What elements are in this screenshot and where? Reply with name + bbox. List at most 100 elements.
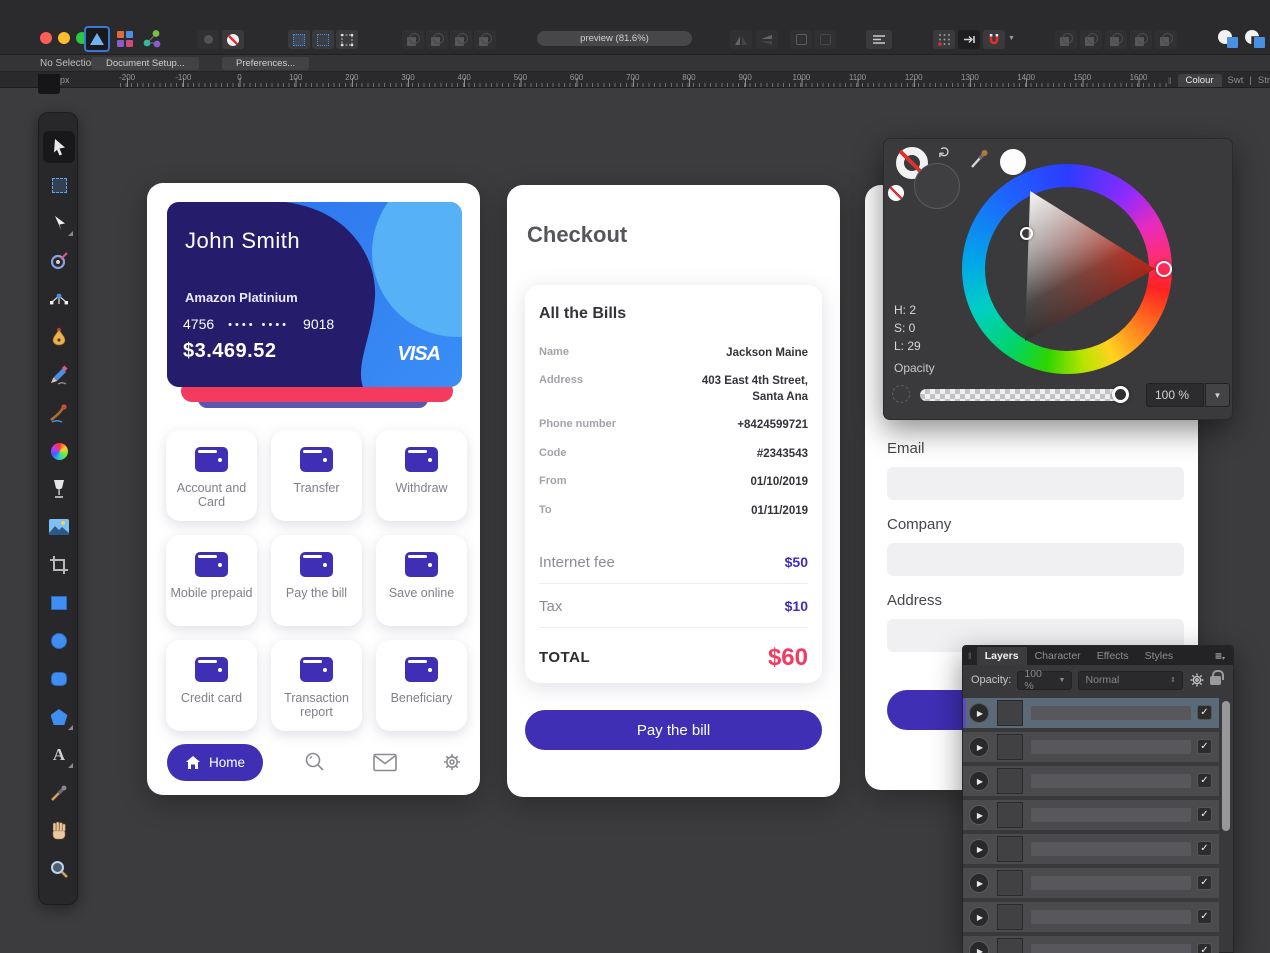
layer-expand-icon[interactable]: ▶ [969, 771, 989, 791]
move-tool[interactable] [43, 131, 75, 163]
stroke-colour-swatch-icon[interactable] [1245, 30, 1265, 48]
boolean-combine-icon[interactable] [1155, 30, 1177, 49]
alignment-icon[interactable] [866, 30, 892, 49]
export-persona-icon[interactable] [142, 29, 162, 49]
opacity-slider[interactable] [920, 389, 1126, 401]
panel-tab[interactable]: Effects [1089, 647, 1137, 665]
layer-visibility-checkbox[interactable]: ✓ [1197, 705, 1212, 720]
hue-selector[interactable] [1156, 261, 1172, 277]
snapping-caret-icon[interactable]: ▼ [1008, 35, 1015, 42]
layer-expand-icon[interactable]: ▶ [969, 737, 989, 757]
form-field-input[interactable] [887, 543, 1184, 576]
layer-visibility-checkbox[interactable]: ✓ [1197, 739, 1212, 754]
colour-wheel[interactable] [962, 164, 1172, 374]
pencil-tool[interactable] [43, 359, 75, 391]
layer-name-bar[interactable] [1031, 706, 1191, 720]
transform-box-icon[interactable] [336, 30, 358, 49]
layer-name-bar[interactable] [1031, 842, 1191, 856]
nav-home-button[interactable]: Home [167, 744, 263, 781]
boolean-add-icon[interactable] [1055, 30, 1077, 49]
layer-name-bar[interactable] [1031, 944, 1191, 953]
panel-menu-icon[interactable]: ≡▾ [1215, 649, 1233, 663]
move-to-back-icon[interactable] [474, 30, 496, 49]
layer-name-bar[interactable] [1031, 774, 1191, 788]
fill-swatch[interactable] [914, 163, 960, 209]
document-setup-button[interactable]: Document Setup... [92, 57, 199, 70]
swap-colours-icon[interactable]: ↻ [935, 146, 953, 159]
action-tile[interactable]: Withdraw [376, 430, 467, 521]
no-style-icon[interactable] [222, 30, 244, 49]
panel-tab[interactable]: Layers [977, 647, 1027, 665]
layer-visibility-checkbox[interactable]: ✓ [1197, 875, 1212, 890]
tab-colour[interactable]: Colour [1178, 74, 1222, 87]
action-tile[interactable]: Credit card [166, 640, 257, 731]
action-tile[interactable]: Save online [376, 535, 467, 626]
point-transform-tool[interactable] [43, 245, 75, 277]
layer-thumbnail[interactable] [997, 734, 1023, 760]
panel-tab[interactable]: Styles [1137, 647, 1182, 665]
pay-the-bill-button[interactable]: Pay the bill [525, 710, 822, 750]
artboard-tool[interactable] [43, 169, 75, 201]
action-tile[interactable]: Account and Card [166, 430, 257, 521]
layers-opacity-dropdown[interactable]: 100 %▼ [1017, 671, 1072, 690]
move-backward-icon[interactable] [450, 30, 472, 49]
tab-stroke[interactable]: Str [1258, 75, 1270, 86]
layer-thumbnail[interactable] [997, 938, 1023, 953]
node-tool[interactable] [43, 207, 75, 239]
layer-expand-icon[interactable]: ▶ [969, 907, 989, 927]
layer-thumbnail[interactable] [997, 904, 1023, 930]
layer-visibility-checkbox[interactable]: ✓ [1197, 943, 1212, 953]
layer-settings-gear-icon[interactable] [1189, 672, 1204, 688]
layer-thumbnail[interactable] [997, 802, 1023, 828]
panel-grip-icon[interactable]: ‖ [963, 651, 977, 661]
rounded-rectangle-tool[interactable] [43, 663, 75, 695]
action-tile[interactable]: Mobile prepaid [166, 535, 257, 626]
artboard-grid-icon[interactable] [288, 30, 310, 49]
text-tool[interactable]: A [43, 739, 75, 771]
panel-tab[interactable]: Character [1027, 647, 1089, 665]
picked-colour-swatch[interactable] [1000, 149, 1026, 175]
layer-visibility-checkbox[interactable]: ✓ [1197, 909, 1212, 924]
layer-expand-icon[interactable]: ▶ [969, 941, 989, 953]
layer-row[interactable]: ▶ ✓ [963, 732, 1219, 762]
move-to-front-icon[interactable] [402, 30, 424, 49]
panel-grip-icon[interactable]: ‖ [1168, 76, 1172, 86]
opacity-value-field[interactable]: 100 % [1146, 383, 1204, 407]
layer-thumbnail[interactable] [997, 836, 1023, 862]
opacity-slider-knob[interactable] [1112, 386, 1129, 403]
layer-visibility-checkbox[interactable]: ✓ [1197, 807, 1212, 822]
layer-row[interactable]: ▶ ✓ [963, 766, 1219, 796]
action-tile[interactable]: Beneficiary [376, 640, 467, 731]
pixel-grid-icon[interactable] [312, 30, 334, 49]
layer-name-bar[interactable] [1031, 808, 1191, 822]
snapping-grid-icon[interactable] [933, 30, 955, 49]
pen-tool[interactable] [43, 321, 75, 353]
layer-thumbnail[interactable] [997, 700, 1023, 726]
layer-expand-icon[interactable]: ▶ [969, 839, 989, 859]
boolean-intersect-icon[interactable] [1105, 30, 1127, 49]
move-forward-icon[interactable] [426, 30, 448, 49]
pixel-alignment-toggle[interactable] [958, 30, 980, 49]
opacity-none-icon[interactable] [892, 385, 910, 403]
layer-row[interactable]: ▶ ✓ [963, 698, 1219, 728]
saturation-selector[interactable] [1020, 227, 1033, 240]
contour-tool[interactable] [43, 283, 75, 315]
layer-name-bar[interactable] [1031, 910, 1191, 924]
view-hand-tool[interactable] [43, 815, 75, 847]
tab-swatches[interactable]: Swt [1228, 75, 1244, 86]
polygon-tool[interactable] [43, 701, 75, 733]
layer-row[interactable]: ▶ ✓ [963, 936, 1219, 953]
boolean-divide-icon[interactable] [1130, 30, 1152, 49]
close-window-button[interactable] [40, 32, 52, 44]
designer-persona-icon[interactable] [117, 31, 133, 47]
layer-row[interactable]: ▶ ✓ [963, 834, 1219, 864]
rectangle-tool[interactable] [43, 587, 75, 619]
style-picker-icon[interactable] [197, 30, 219, 49]
layers-scrollbar-thumb[interactable] [1222, 701, 1230, 831]
form-field-input[interactable] [887, 467, 1184, 500]
lock-icon[interactable] [1210, 676, 1221, 685]
action-tile[interactable]: Transfer [271, 430, 362, 521]
transparency-tool[interactable] [43, 473, 75, 505]
colour-picker-tool[interactable] [43, 777, 75, 809]
layer-row[interactable]: ▶ ✓ [963, 868, 1219, 898]
